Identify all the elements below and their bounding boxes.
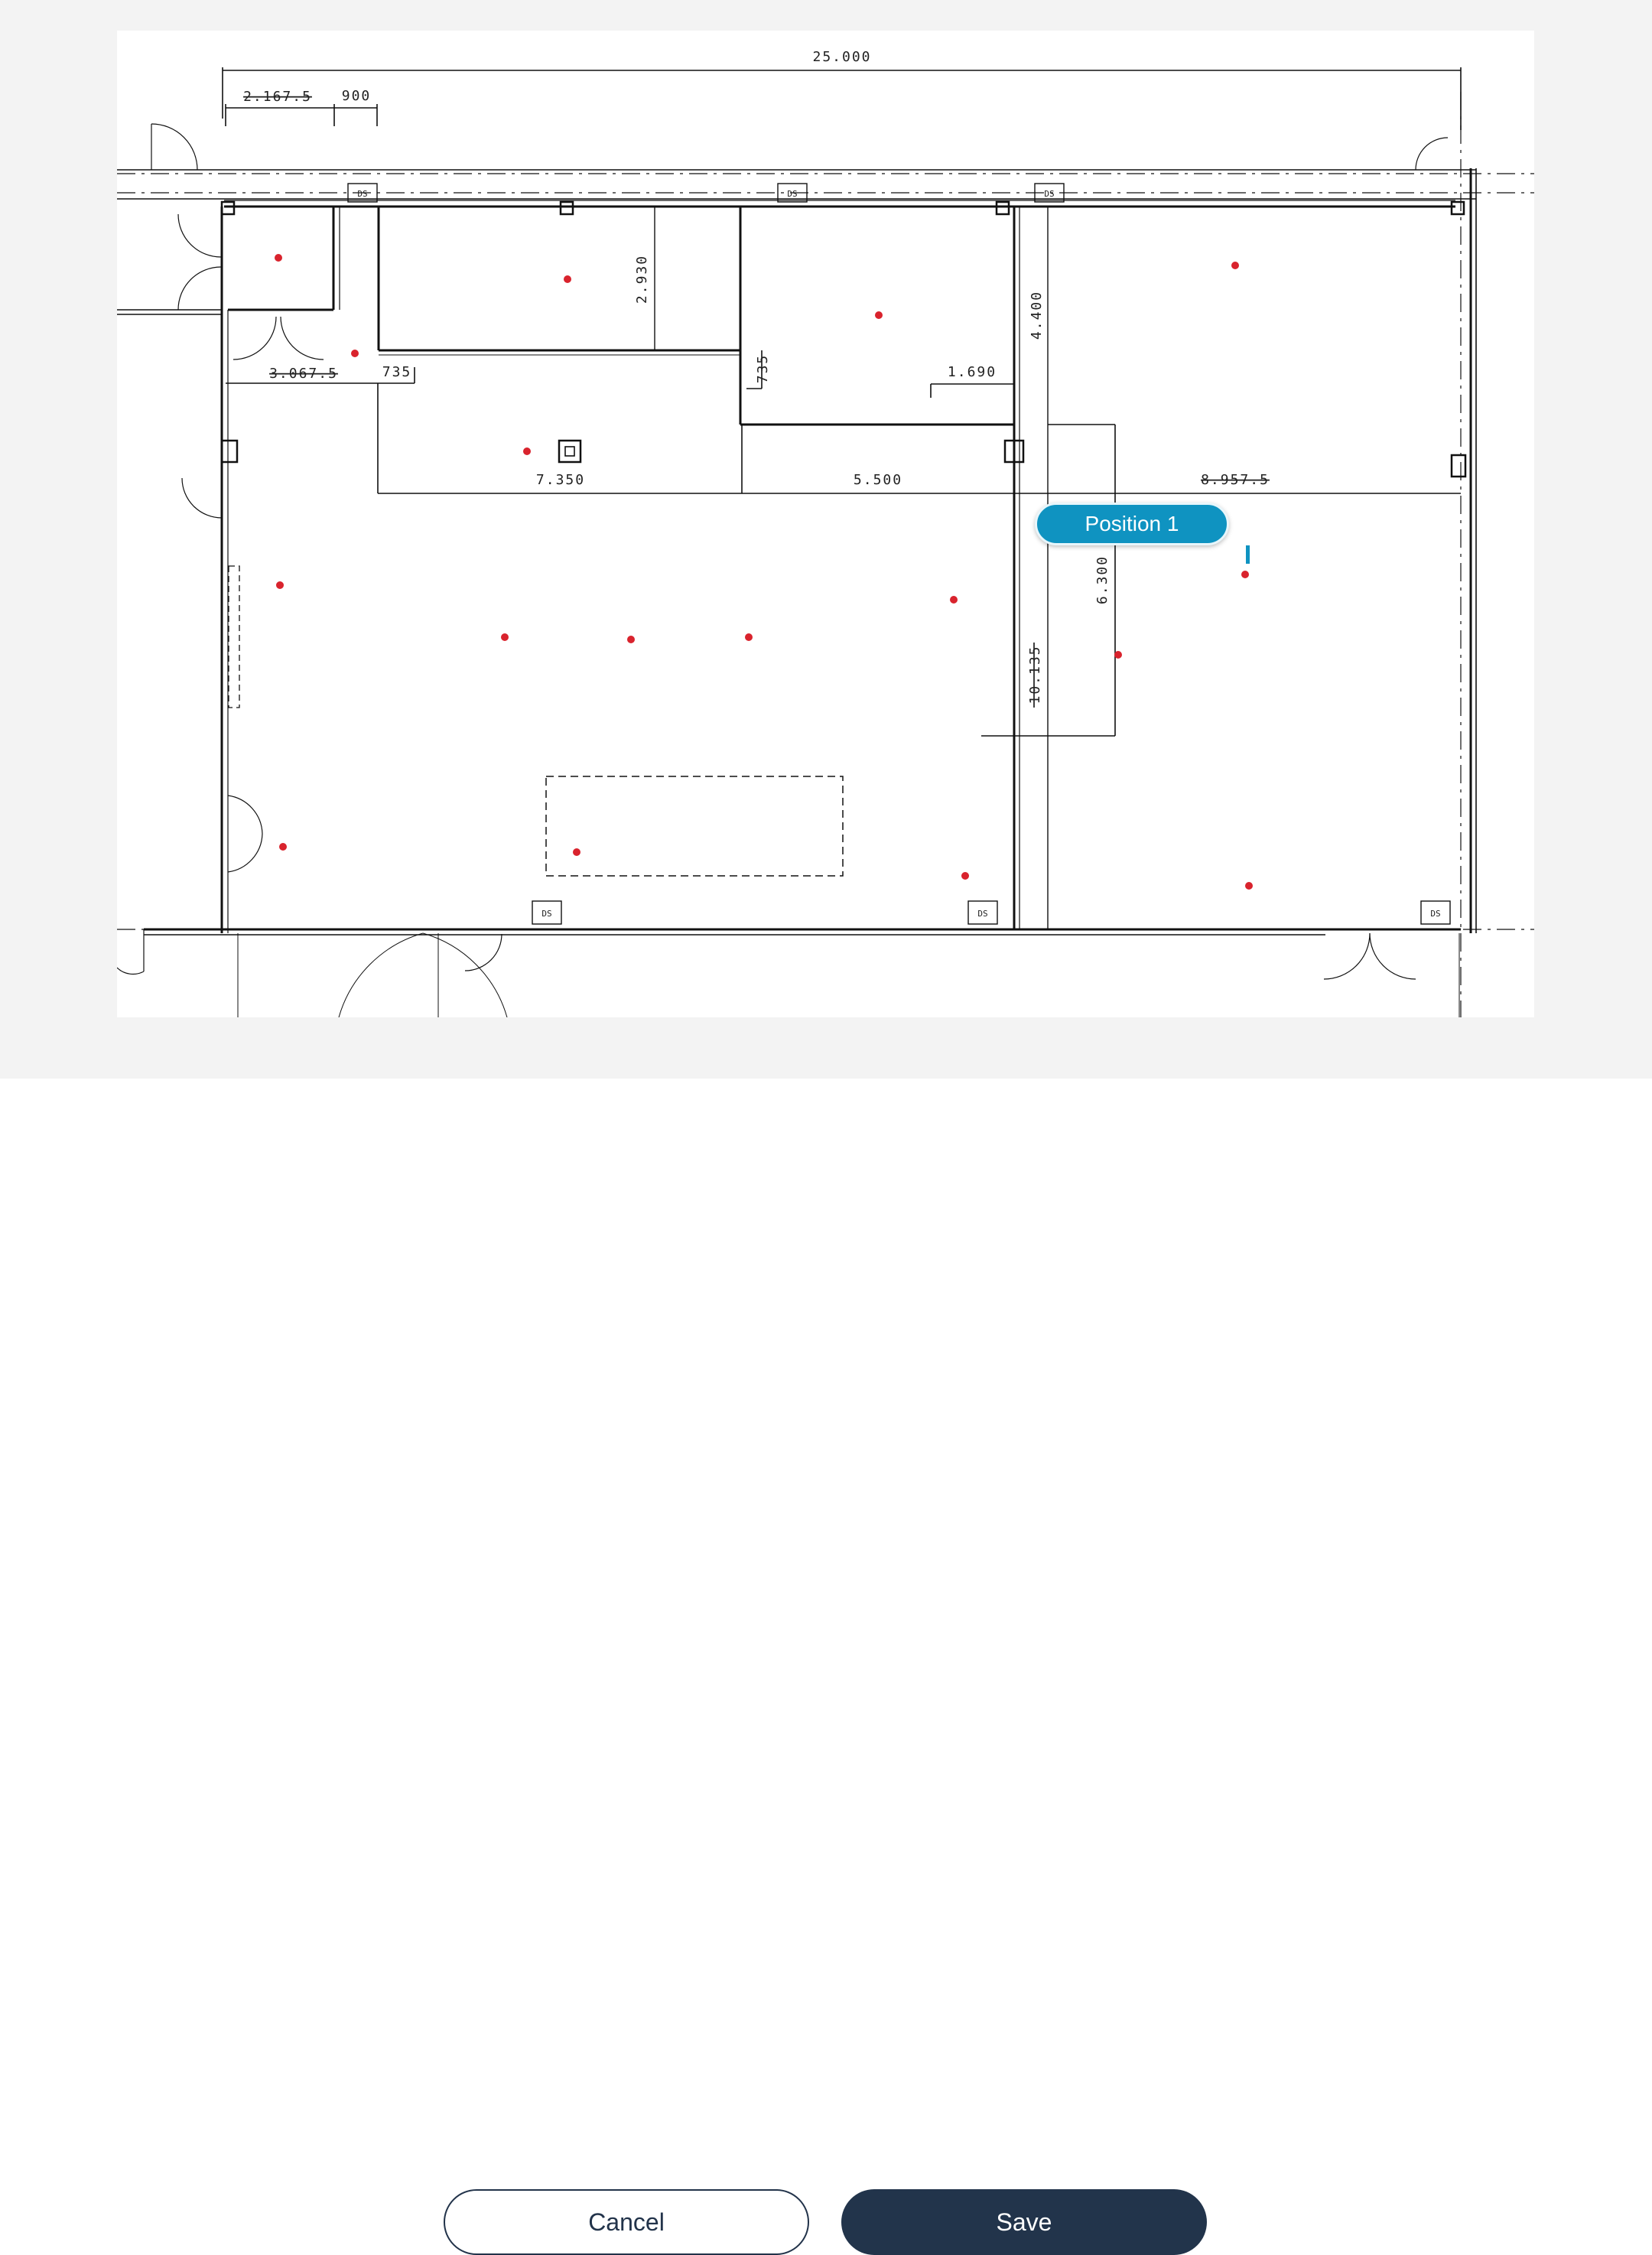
dim-8957: 8.957.5 xyxy=(1201,472,1270,488)
sensor-dot[interactable] xyxy=(501,633,509,641)
sensor-dot[interactable] xyxy=(1245,882,1253,890)
position-marker-label[interactable]: Position 1 xyxy=(1035,503,1229,545)
sensor-dot[interactable] xyxy=(961,872,969,880)
sensor-dot[interactable] xyxy=(745,633,753,641)
dim-735-vertical: 735 xyxy=(755,354,771,384)
sensor-dot[interactable] xyxy=(950,596,958,604)
save-button[interactable]: Save xyxy=(841,2189,1207,2255)
sensor-dot[interactable] xyxy=(523,447,531,455)
ds-tag: DS xyxy=(787,189,797,199)
dim-7350: 7.350 xyxy=(536,472,585,488)
cancel-button[interactable]: Cancel xyxy=(444,2189,809,2255)
dim-735-horizontal: 735 xyxy=(382,364,412,380)
ds-tag: DS xyxy=(541,909,551,919)
dim-left-room-width: 3.067.5 xyxy=(269,366,338,382)
sensor-dot[interactable] xyxy=(564,275,571,283)
floor-plan-stage: 25.000 2.167.5 900 3.067.5 735 1.690 7.3… xyxy=(0,0,1652,1079)
sensor-dot[interactable] xyxy=(275,254,282,262)
ds-tag: DS xyxy=(357,189,367,199)
dim-left-a: 2.167.5 xyxy=(243,89,312,105)
sensor-dot[interactable] xyxy=(627,636,635,643)
dim-2930: 2.930 xyxy=(634,255,650,304)
sensor-dot[interactable] xyxy=(351,350,359,357)
floor-plan-canvas[interactable]: 25.000 2.167.5 900 3.067.5 735 1.690 7.3… xyxy=(117,31,1534,1017)
floor-plan-drawing: 25.000 2.167.5 900 3.067.5 735 1.690 7.3… xyxy=(117,49,1534,1017)
sensor-dot[interactable] xyxy=(875,311,883,319)
sensor-dot[interactable] xyxy=(279,843,287,851)
ds-tag: DS xyxy=(1044,189,1054,199)
dim-4400: 4.400 xyxy=(1029,291,1045,340)
dim-overall-width: 25.000 xyxy=(812,49,871,65)
ds-tag: DS xyxy=(1430,909,1440,919)
sensor-dot[interactable] xyxy=(1241,571,1249,578)
dim-5500: 5.500 xyxy=(854,472,902,488)
position-marker-stem xyxy=(1246,545,1250,564)
dim-10135: 10.135 xyxy=(1027,645,1043,704)
action-footer: Cancel Save xyxy=(0,1079,1652,2255)
sensor-dot[interactable] xyxy=(573,848,580,856)
dim-6300: 6.300 xyxy=(1094,555,1111,604)
dim-1690: 1.690 xyxy=(948,364,997,380)
ds-tag: DS xyxy=(977,909,987,919)
sensor-dot[interactable] xyxy=(1231,262,1239,269)
sensor-dot[interactable] xyxy=(1114,651,1122,659)
sensor-dot[interactable] xyxy=(276,581,284,589)
dim-left-b: 900 xyxy=(342,88,372,104)
